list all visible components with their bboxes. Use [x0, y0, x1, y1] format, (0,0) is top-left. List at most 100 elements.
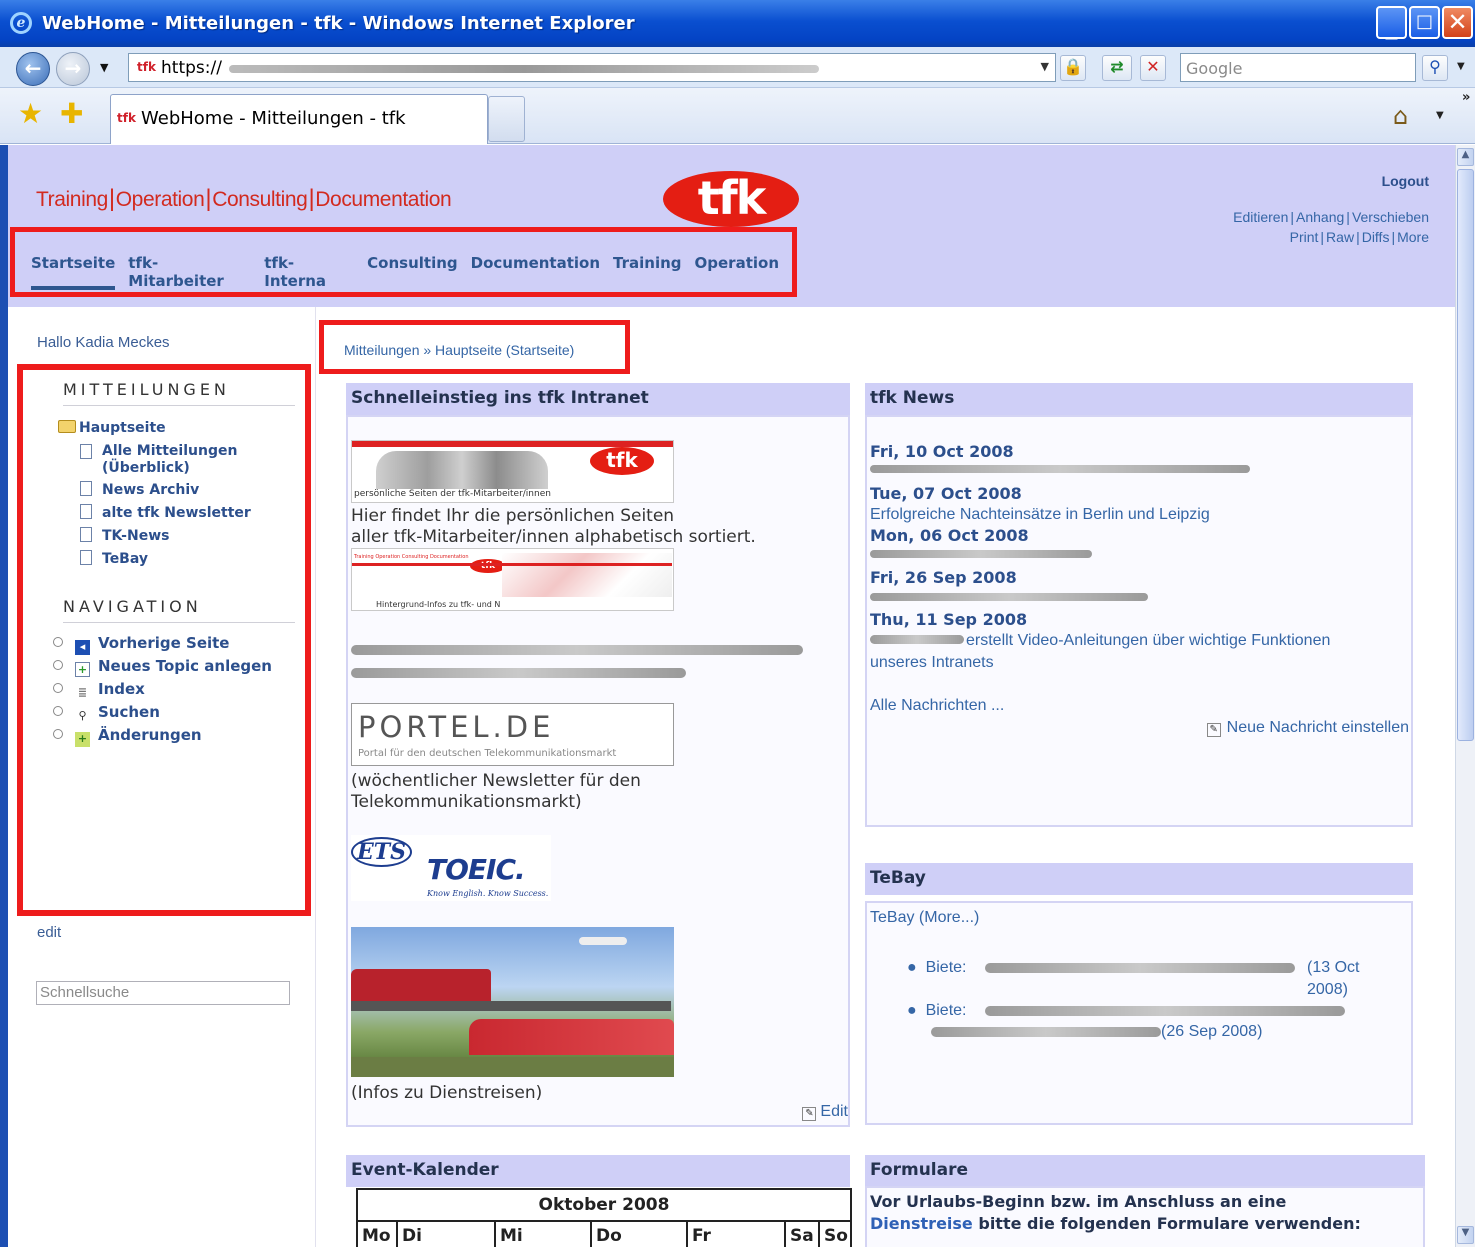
nav-aenderungen[interactable]: + Änderungen: [53, 726, 202, 747]
address-toolbar: ← → ▼ tfk https:// ▼ 🔒 ⇄ ✕ Google ⚲ ▼: [0, 47, 1475, 88]
edit-schnelleinstieg-link[interactable]: ✎ Edit: [802, 1103, 848, 1121]
news-panel: Fri, 10 Oct 2008 Tue, 07 Oct 2008 Erfolg…: [865, 415, 1413, 827]
interna-banner-image[interactable]: Training Operation Consulting Documentat…: [351, 548, 674, 611]
tebay-item-1[interactable]: ● Biete:: [907, 957, 966, 979]
redacted-text: [351, 645, 803, 655]
topnav-interna[interactable]: tfk-Interna: [264, 254, 354, 290]
dienstreise-link[interactable]: Dienstreise: [870, 1214, 973, 1233]
print-link[interactable]: Print: [1290, 229, 1319, 245]
search-options-icon[interactable]: ▼: [1457, 61, 1465, 72]
address-dropdown-icon[interactable]: ▼: [1041, 60, 1049, 73]
topnav-training[interactable]: Training: [613, 254, 681, 290]
changes-icon: +: [75, 732, 90, 747]
sidebar-edit-link[interactable]: edit: [37, 924, 61, 941]
new-news-link[interactable]: ✎ Neue Nachricht einstellen: [1206, 717, 1409, 739]
top-navigation: Startseite tfk-Mitarbeiter tfk-Interna C…: [10, 227, 797, 297]
tab-active[interactable]: tfk WebHome - Mitteilungen - tfk: [110, 94, 488, 144]
close-button[interactable]: ✕: [1442, 6, 1473, 39]
tebay-heading: TeBay: [865, 863, 1413, 895]
tebay-link[interactable]: TeBay: [870, 909, 914, 926]
tebay-panel: TeBay (More...) ● Biete: (13 Oct 2008) ●…: [865, 901, 1413, 1125]
stop-icon[interactable]: ✕: [1140, 55, 1166, 81]
tebay-more-link[interactable]: (More...): [919, 909, 979, 926]
sidebar-item-news-archiv[interactable]: News Archiv: [80, 481, 199, 499]
sidebar-item-hauptseite[interactable]: Hauptseite: [58, 420, 166, 437]
vertical-scrollbar[interactable]: ▲ ▼: [1455, 145, 1475, 1247]
forward-button[interactable]: →: [56, 52, 90, 86]
back-button[interactable]: ←: [16, 52, 50, 86]
sidebar-item-alte-newsletter[interactable]: alte tfk Newsletter: [80, 504, 251, 522]
breadcrumb-text[interactable]: Mitteilungen » Hauptseite (Startseite): [344, 342, 574, 358]
page-actions-row2: Print | Raw | Diffs | More: [1289, 229, 1429, 245]
tfk-logo[interactable]: tfk: [663, 171, 799, 227]
window-title-bar[interactable]: e WebHome - Mitteilungen - tfk - Windows…: [0, 0, 1475, 47]
search-input[interactable]: Google: [1180, 53, 1416, 82]
nav-neues-topic[interactable]: + Neues Topic anlegen: [53, 657, 272, 677]
logout-link[interactable]: Logout: [1382, 173, 1429, 189]
minimize-button[interactable]: _: [1376, 6, 1407, 40]
nav-suchen[interactable]: ⚲ Suchen: [53, 703, 160, 724]
topnav-consulting[interactable]: Consulting: [367, 254, 457, 290]
tebay-item-2[interactable]: ● Biete:: [907, 1000, 966, 1022]
portel-logo-image[interactable]: PORTEL.DE Portal für den deutschen Telek…: [351, 703, 674, 766]
page-icon: [80, 527, 92, 542]
edit-link[interactable]: Editieren: [1233, 209, 1288, 225]
history-dropdown-icon[interactable]: ▼: [100, 61, 108, 74]
scroll-thumb[interactable]: [1457, 169, 1474, 741]
nav-vorherige-seite[interactable]: ◂ Vorherige Seite: [53, 634, 229, 655]
topnav-operation[interactable]: Operation: [695, 254, 779, 290]
news-text[interactable]: erstellt Video-Anleitungen über wichtige…: [870, 630, 1330, 674]
attach-link[interactable]: Anhang: [1296, 209, 1344, 225]
news-date[interactable]: Fri, 26 Sep 2008: [870, 568, 1017, 587]
diffs-link[interactable]: Diffs: [1362, 229, 1390, 245]
calendar-day-header: Di: [396, 1222, 494, 1247]
refresh-icon[interactable]: ⇄: [1102, 55, 1132, 81]
page-viewport: Training|Operation|Consulting|Documentat…: [8, 145, 1455, 1247]
scroll-down-icon[interactable]: ▼: [1457, 1226, 1474, 1244]
news-date[interactable]: Fri, 10 Oct 2008: [870, 442, 1014, 461]
mitarbeiter-banner-image[interactable]: tfk persönliche Seiten der tfk-Mitarbeit…: [351, 440, 674, 503]
sidebar-item-tebay[interactable]: TeBay: [80, 550, 148, 568]
people-silhouettes: [376, 451, 548, 489]
address-field[interactable]: tfk https:// ▼: [128, 53, 1056, 82]
topnav-mitarbeiter[interactable]: tfk-Mitarbeiter: [128, 254, 251, 290]
chevron-more-icon[interactable]: »: [1462, 90, 1470, 105]
calendar-day-header: Mi: [494, 1222, 590, 1247]
news-date[interactable]: Mon, 06 Oct 2008: [870, 526, 1029, 545]
tebay-item-2-date: (26 Sep 2008): [1161, 1023, 1263, 1040]
topnav-startseite[interactable]: Startseite: [31, 254, 116, 290]
search-icon[interactable]: ⚲: [1422, 55, 1448, 81]
new-tab-button[interactable]: [488, 96, 525, 142]
redacted-text: [985, 1006, 1345, 1016]
page-icon: [80, 550, 92, 565]
home-dropdown-icon[interactable]: ▼: [1436, 110, 1444, 121]
home-icon[interactable]: ⌂: [1393, 102, 1408, 130]
dienstreisen-photo[interactable]: [351, 927, 674, 1077]
move-link[interactable]: Verschieben: [1352, 209, 1429, 225]
index-list-icon: ≣: [77, 686, 88, 699]
news-date[interactable]: Thu, 11 Sep 2008: [870, 610, 1027, 629]
nav-index[interactable]: ≣ Index: [53, 680, 145, 701]
sidebar-item-alle-mitteilungen[interactable]: Alle Mitteilungen (Überblick): [80, 443, 237, 477]
news-text[interactable]: Erfolgreiche Nachteinsätze in Berlin und…: [870, 504, 1210, 526]
maximize-button[interactable]: □: [1409, 6, 1440, 39]
all-news-link[interactable]: Alle Nachrichten ...: [870, 695, 1004, 717]
news-date[interactable]: Tue, 07 Oct 2008: [870, 484, 1022, 503]
formulare-panel: Vor Urlaubs-Beginn bzw. im Anschluss an …: [865, 1186, 1425, 1247]
topnav-documentation[interactable]: Documentation: [471, 254, 600, 290]
new-topic-icon: +: [75, 662, 90, 677]
back-arrow-icon: ◂: [75, 640, 90, 655]
scroll-up-icon[interactable]: ▲: [1457, 148, 1474, 166]
quick-search-input[interactable]: Schnellsuche: [36, 981, 290, 1005]
mitteilungen-heading: MITTEILUNGEN: [63, 380, 295, 406]
portel-text: (wöchentlicher Newsletter für den Teleko…: [351, 771, 641, 812]
tfk-mini-logo: tfk: [590, 447, 654, 475]
lock-icon[interactable]: 🔒: [1060, 55, 1086, 81]
more-link[interactable]: More: [1397, 229, 1429, 245]
raw-link[interactable]: Raw: [1326, 229, 1354, 245]
add-favorite-icon[interactable]: ✚: [60, 100, 83, 128]
sidebar-item-tk-news[interactable]: TK-News: [80, 527, 169, 545]
favorites-star-icon[interactable]: ★: [18, 100, 43, 128]
page-actions-row1: Editieren | Anhang | Verschieben: [1233, 209, 1429, 225]
ets-toeic-logo[interactable]: ETS TOEIC. Know English. Know Success.: [351, 835, 551, 901]
